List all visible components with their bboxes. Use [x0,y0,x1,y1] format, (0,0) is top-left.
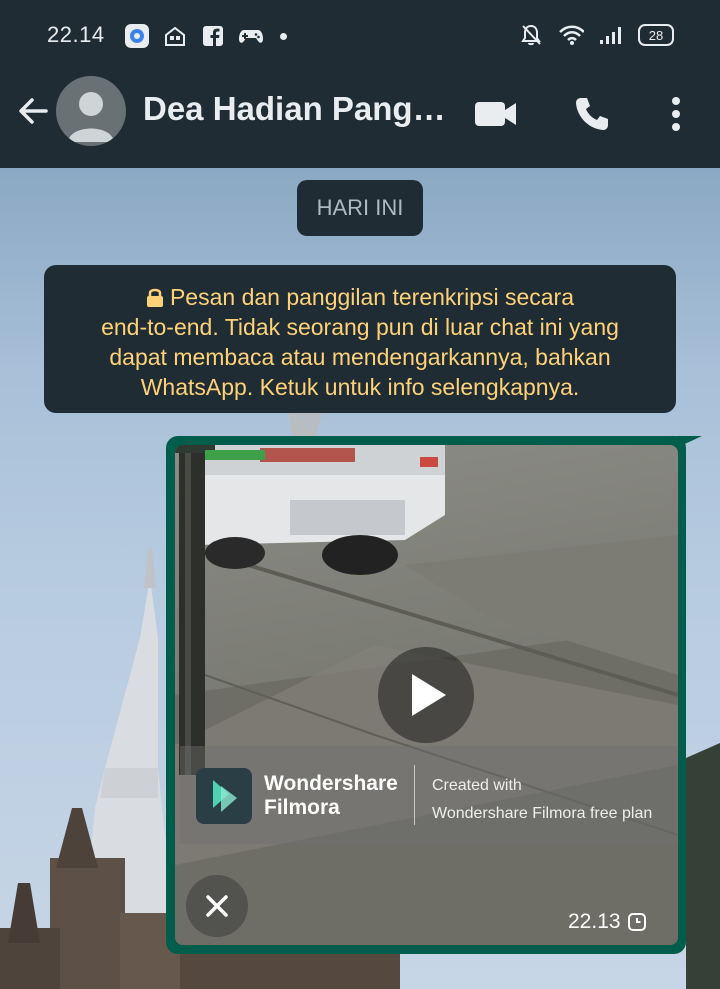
battery-icon: 28 [638,24,674,46]
avatar[interactable] [56,76,126,146]
voice-call-icon[interactable] [570,92,614,136]
more-options-icon[interactable] [654,92,698,136]
battery-level: 28 [648,27,664,43]
watermark-brand-line-1: Wondershare [264,772,398,795]
message-time: 22.13 [568,910,621,933]
chat-header: Dea Hadian Pang… [0,56,720,168]
date-separator: HARI INI [297,180,423,236]
watermark-brand-line-2: Filmora [264,796,340,819]
home-icon [162,23,188,49]
gamepad-icon [238,23,264,49]
cancel-upload-button[interactable] [186,875,248,937]
filmora-logo-icon [196,768,252,824]
watermark-note-line-2: Wondershare Filmora free plan [432,805,653,822]
bubble-tail [676,436,702,448]
wifi-icon [558,22,584,48]
message-timestamp: 22.13 [568,910,647,934]
watermark-brand: Wondershare Filmora [264,772,398,820]
close-icon [206,895,228,917]
contact-name[interactable]: Dea Hadian Pang… [143,90,448,128]
encryption-notice[interactable]: Pesan dan panggilan terenkripsi secara e… [44,265,676,413]
notification-dot [280,32,287,40]
lock-icon [146,284,164,307]
video-call-icon[interactable] [474,92,518,136]
watermark-note-line-1: Created with [432,777,522,794]
back-arrow-icon[interactable] [14,92,52,130]
watermark-note: Created with Wondershare Filmora free pl… [432,772,652,828]
watermark-divider [414,765,415,825]
encryption-notice-line-4: WhatsApp. Ketuk untuk info selengkapnya. [140,374,580,400]
encryption-notice-line-2: end-to-end. Tidak seorang pun di luar ch… [101,314,619,340]
encryption-notice-line-3: dapat membaca atau mendengarkannya, bahk… [109,344,611,370]
encryption-notice-line-1: Pesan dan panggilan terenkripsi secara [44,282,676,312]
app-icon [124,23,150,49]
status-bar: 22.14 28 [0,0,720,56]
mute-notifications-icon [518,22,544,48]
facebook-icon [200,23,226,49]
play-button[interactable] [378,647,474,743]
status-time: 22.14 [47,22,105,47]
pending-clock-icon [627,913,646,931]
signal-icon [598,22,624,48]
